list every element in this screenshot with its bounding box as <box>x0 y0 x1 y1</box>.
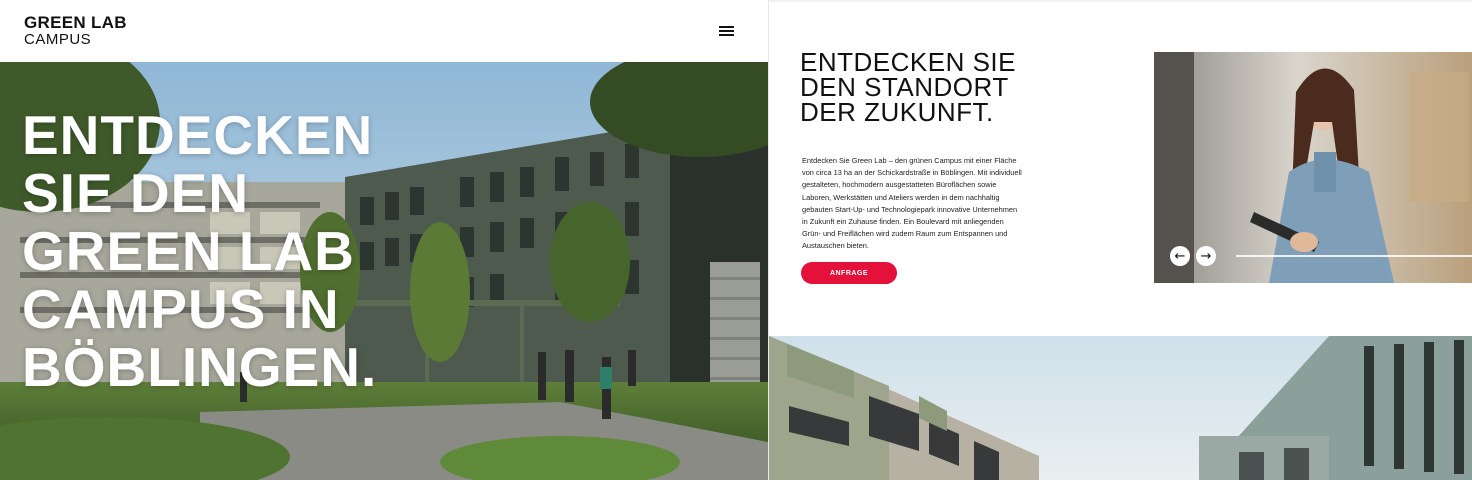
image-slider: ← → <box>1154 52 1472 283</box>
hamburger-menu-icon[interactable] <box>716 22 738 40</box>
section-title: ENTDECKEN SIE DEN STANDORT DER ZUKUNFT. <box>800 47 1016 127</box>
campus-image-graphic <box>769 336 1472 480</box>
site-header: GREEN LAB CAMPUS <box>0 0 768 62</box>
logo-line-1: GREEN LAB <box>24 13 127 32</box>
anfrage-button[interactable]: ANFRAGE <box>801 262 897 284</box>
campus-image <box>769 336 1472 480</box>
site-logo[interactable]: GREEN LAB CAMPUS <box>24 14 127 47</box>
divider <box>769 0 1472 2</box>
arrow-right-icon[interactable]: → <box>1196 246 1216 266</box>
logo-line-2: CAMPUS <box>24 31 92 48</box>
homepage-panel: GREEN LAB CAMPUS ENTDECKEN SIE DEN GREEN… <box>0 0 768 480</box>
hero-title: ENTDECKEN SIE DEN GREEN LAB CAMPUS IN BÖ… <box>22 104 378 398</box>
slider-progress-bar <box>1236 255 1472 257</box>
section-description: Entdecken Sie Green Lab – den grünen Cam… <box>802 156 1022 251</box>
arrow-left-icon[interactable]: ← <box>1170 246 1190 266</box>
hero-section: ENTDECKEN SIE DEN GREEN LAB CAMPUS IN BÖ… <box>0 62 768 480</box>
location-section: ENTDECKEN SIE DEN STANDORT DER ZUKUNFT. … <box>768 0 1472 480</box>
